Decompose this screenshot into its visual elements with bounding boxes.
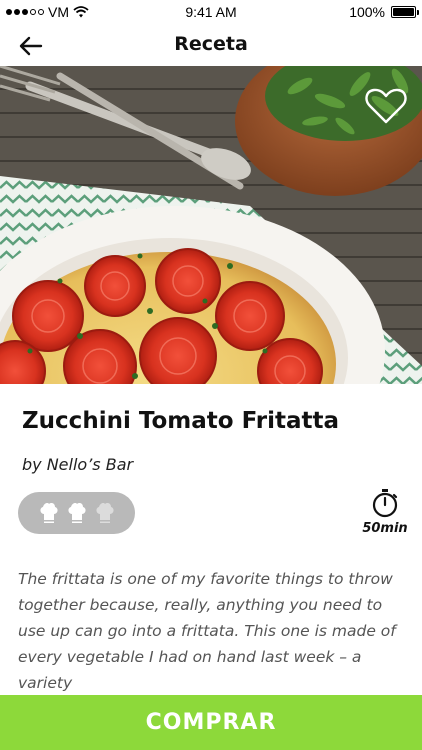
recipe-author: by Nello’s Bar <box>22 455 134 474</box>
battery-status: 100% <box>349 4 419 20</box>
chef-hat-icon <box>39 503 58 523</box>
back-arrow-icon <box>19 36 43 56</box>
battery-percent: 100% <box>349 4 385 20</box>
difficulty-indicator <box>18 492 135 534</box>
page-title: Receta <box>174 33 248 55</box>
back-button[interactable] <box>16 32 46 60</box>
cooking-time: 50min <box>355 488 415 543</box>
heart-outline-icon <box>365 88 407 124</box>
navigation-bar: Receta <box>0 24 422 66</box>
stopwatch-icon <box>372 489 398 518</box>
status-bar: VM 9:41 AM 100% <box>0 0 422 24</box>
frittata-photo <box>0 66 422 384</box>
battery-icon <box>391 6 419 18</box>
buy-button[interactable]: COMPRAR <box>0 695 422 750</box>
recipe-photo <box>0 66 422 384</box>
cooking-time-label: 50min <box>362 521 408 536</box>
recipe-title: Zucchini Tomato Fritatta <box>22 408 340 434</box>
favorite-button[interactable] <box>364 86 408 126</box>
chef-hat-icon <box>67 503 86 523</box>
recipe-description: The frittata is one of my favorite thing… <box>18 570 396 692</box>
chef-hat-icon <box>95 503 114 523</box>
